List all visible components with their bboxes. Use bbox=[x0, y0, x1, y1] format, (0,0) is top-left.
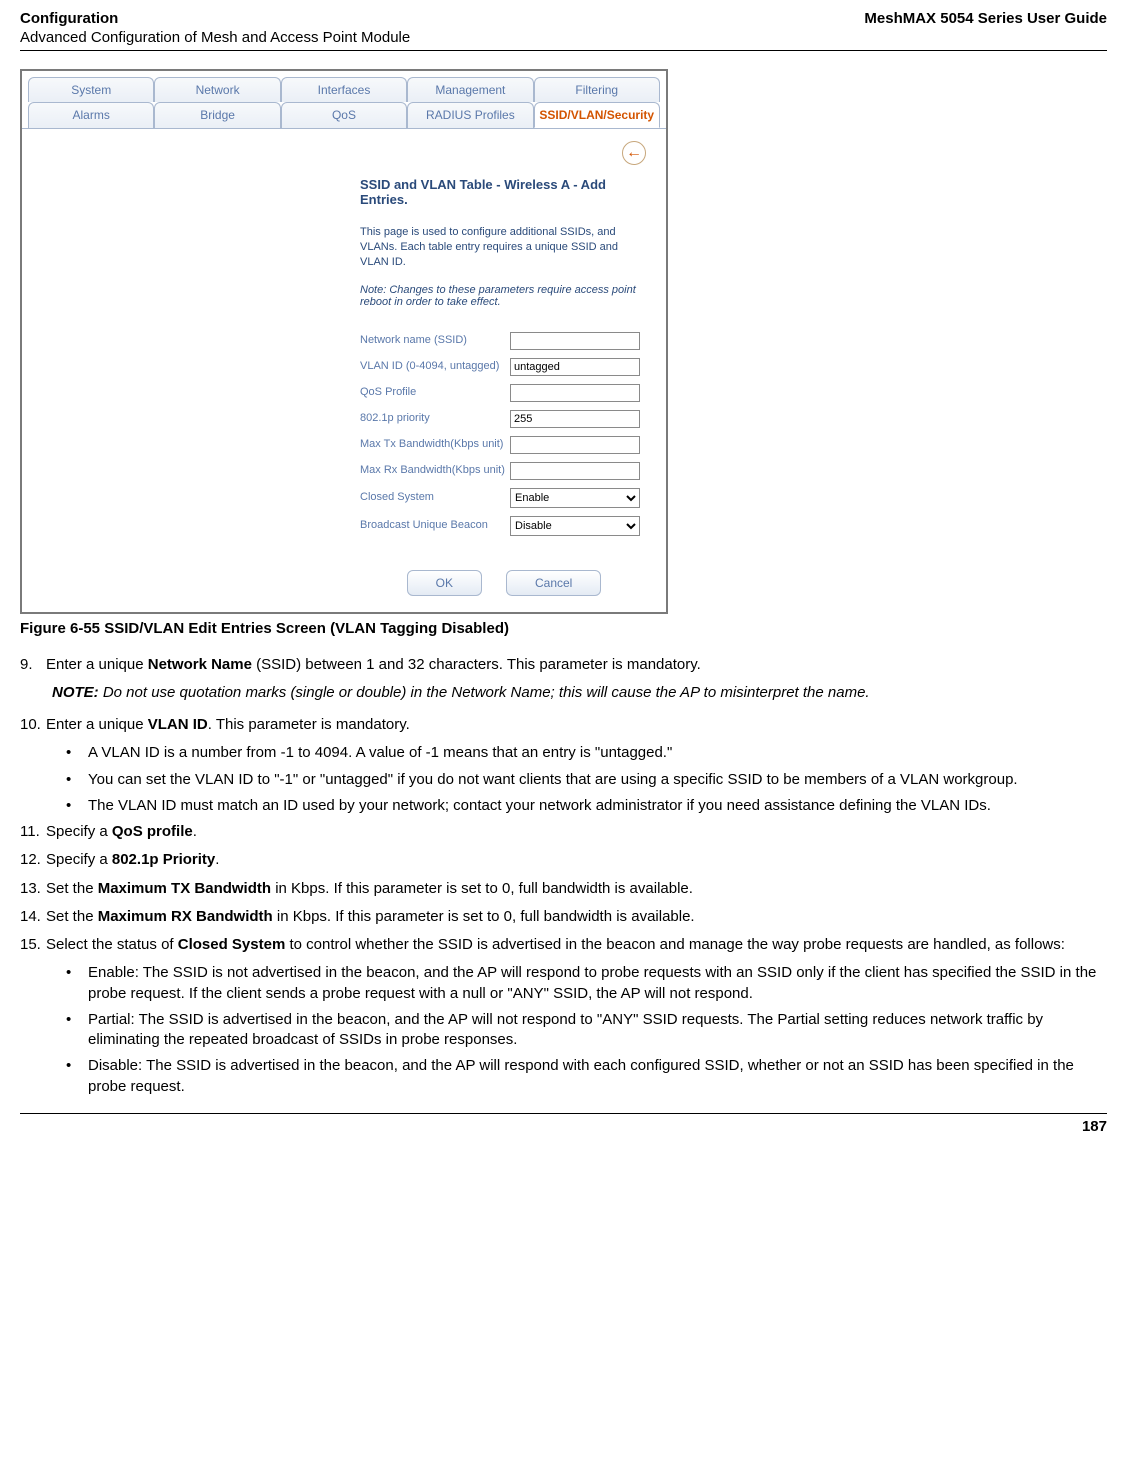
guide-title: MeshMAX 5054 Series User Guide bbox=[864, 10, 1107, 27]
tab-network[interactable]: Network bbox=[154, 77, 280, 102]
step-13-num: 13. bbox=[20, 879, 46, 899]
header-rule bbox=[20, 50, 1107, 51]
step-15-num: 15. bbox=[20, 935, 46, 955]
row-closed-system: Closed System Enable bbox=[360, 488, 648, 508]
label-qos-profile: QoS Profile bbox=[360, 386, 510, 400]
select-closed-system[interactable]: Enable bbox=[510, 488, 640, 508]
note-block: NOTE: Do not use quotation marks (single… bbox=[52, 683, 1107, 703]
header-section-title: Configuration bbox=[20, 10, 118, 27]
cancel-button[interactable]: Cancel bbox=[506, 570, 601, 596]
label-priority: 802.1p priority bbox=[360, 412, 510, 426]
back-arrow-icon[interactable]: ← bbox=[622, 141, 646, 165]
note-label: NOTE: bbox=[52, 684, 99, 701]
list-item: You can set the VLAN ID to "-1" or "unta… bbox=[66, 770, 1107, 790]
step-11: 11.Specify a QoS profile. bbox=[20, 822, 1107, 842]
app-content: ← SSID and VLAN Table - Wireless A - Add… bbox=[22, 128, 666, 612]
row-max-tx: Max Tx Bandwidth(Kbps unit) bbox=[360, 436, 648, 454]
step-13: 13.Set the Maximum TX Bandwidth in Kbps.… bbox=[20, 879, 1107, 899]
tab-alarms[interactable]: Alarms bbox=[28, 102, 154, 128]
list-item: The VLAN ID must match an ID used by you… bbox=[66, 796, 1107, 816]
app-window: System Network Interfaces Management Fil… bbox=[20, 69, 668, 614]
tab-system[interactable]: System bbox=[28, 77, 154, 102]
row-network-name: Network name (SSID) bbox=[360, 332, 648, 350]
input-qos-profile[interactable] bbox=[510, 384, 640, 402]
step-10-bullets: A VLAN ID is a number from -1 to 4094. A… bbox=[66, 743, 1107, 816]
tab-interfaces[interactable]: Interfaces bbox=[281, 77, 407, 102]
label-network-name: Network name (SSID) bbox=[360, 334, 510, 348]
form-title: SSID and VLAN Table - Wireless A - Add E… bbox=[360, 177, 648, 207]
input-vlan-id[interactable] bbox=[510, 358, 640, 376]
step-15-bullets: Enable: The SSID is not advertised in th… bbox=[66, 963, 1107, 1097]
input-max-rx[interactable] bbox=[510, 462, 640, 480]
note-text: Do not use quotation marks (single or do… bbox=[99, 684, 870, 701]
tabs-row-2: Alarms Bridge QoS RADIUS Profiles SSID/V… bbox=[22, 102, 666, 128]
page-number: 187 bbox=[20, 1118, 1107, 1135]
list-item: Disable: The SSID is advertised in the b… bbox=[66, 1056, 1107, 1097]
header-left: Configuration bbox=[20, 10, 118, 27]
label-vlan-id: VLAN ID (0-4094, untagged) bbox=[360, 360, 510, 374]
step-9-num: 9. bbox=[20, 655, 46, 675]
label-closed-system: Closed System bbox=[360, 491, 510, 505]
step-14: 14.Set the Maximum RX Bandwidth in Kbps.… bbox=[20, 907, 1107, 927]
header-subtitle: Advanced Configuration of Mesh and Acces… bbox=[20, 29, 1107, 46]
row-priority: 802.1p priority bbox=[360, 410, 648, 428]
row-vlan-id: VLAN ID (0-4094, untagged) bbox=[360, 358, 648, 376]
step-14-num: 14. bbox=[20, 907, 46, 927]
footer-rule bbox=[20, 1113, 1107, 1114]
page-header: Configuration MeshMAX 5054 Series User G… bbox=[20, 10, 1107, 27]
tab-filtering[interactable]: Filtering bbox=[534, 77, 660, 102]
step-12-num: 12. bbox=[20, 850, 46, 870]
step-11-num: 11. bbox=[20, 822, 46, 842]
step-10-num: 10. bbox=[20, 715, 46, 735]
figure-caption: Figure 6-55 SSID/VLAN Edit Entries Scree… bbox=[20, 620, 1107, 637]
list-item: Partial: The SSID is advertised in the b… bbox=[66, 1010, 1107, 1051]
tab-bridge[interactable]: Bridge bbox=[154, 102, 280, 128]
tabs-row-1: System Network Interfaces Management Fil… bbox=[22, 71, 666, 102]
input-max-tx[interactable] bbox=[510, 436, 640, 454]
label-max-tx: Max Tx Bandwidth(Kbps unit) bbox=[360, 438, 510, 452]
tab-radius-profiles[interactable]: RADIUS Profiles bbox=[407, 102, 533, 128]
step-12: 12.Specify a 802.1p Priority. bbox=[20, 850, 1107, 870]
input-network-name[interactable] bbox=[510, 332, 640, 350]
list-item: A VLAN ID is a number from -1 to 4094. A… bbox=[66, 743, 1107, 763]
step-15: 15.Select the status of Closed System to… bbox=[20, 935, 1107, 955]
ok-button[interactable]: OK bbox=[407, 570, 482, 596]
input-priority[interactable] bbox=[510, 410, 640, 428]
row-max-rx: Max Rx Bandwidth(Kbps unit) bbox=[360, 462, 648, 480]
row-qos-profile: QoS Profile bbox=[360, 384, 648, 402]
form-note-text: Note: Changes to these parameters requir… bbox=[360, 284, 648, 308]
step-9: 9.Enter a unique Network Name (SSID) bet… bbox=[20, 655, 1107, 675]
list-item: Enable: The SSID is not advertised in th… bbox=[66, 963, 1107, 1004]
form-help-text: This page is used to configure additiona… bbox=[360, 225, 648, 270]
label-max-rx: Max Rx Bandwidth(Kbps unit) bbox=[360, 464, 510, 478]
tab-management[interactable]: Management bbox=[407, 77, 533, 102]
form-buttons: OK Cancel bbox=[360, 570, 648, 596]
row-broadcast-beacon: Broadcast Unique Beacon Disable bbox=[360, 516, 648, 536]
tab-ssid-vlan-security[interactable]: SSID/VLAN/Security bbox=[534, 102, 660, 128]
tab-qos[interactable]: QoS bbox=[281, 102, 407, 128]
select-broadcast-beacon[interactable]: Disable bbox=[510, 516, 640, 536]
label-broadcast-beacon: Broadcast Unique Beacon bbox=[360, 519, 510, 533]
step-10: 10.Enter a unique VLAN ID. This paramete… bbox=[20, 715, 1107, 735]
